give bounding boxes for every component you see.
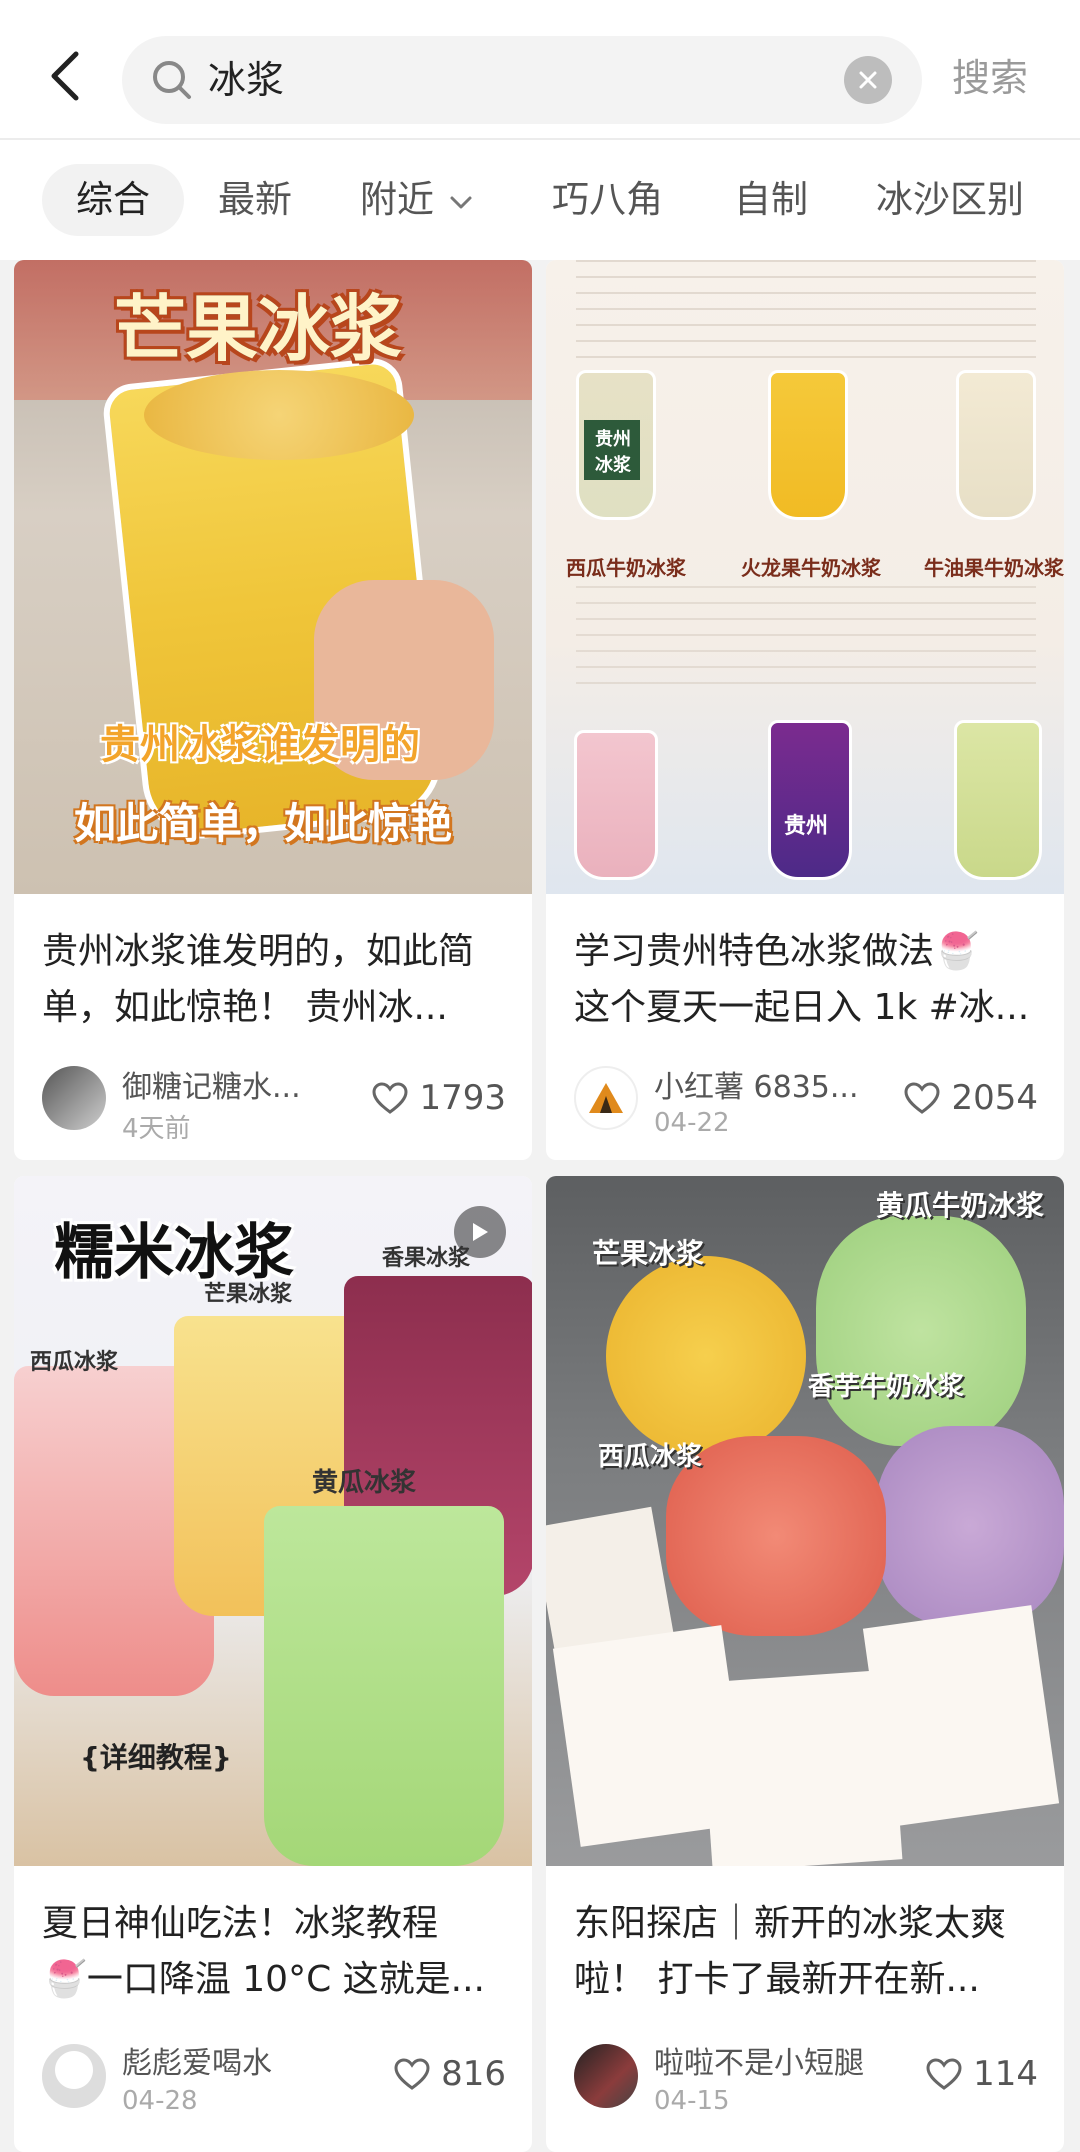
- cover-label: 香果冰浆: [382, 1246, 471, 1271]
- search-input[interactable]: 冰浆: [122, 36, 922, 124]
- cover-line-1: 贵州冰浆谁发明的: [100, 722, 420, 768]
- back-button[interactable]: [40, 46, 90, 106]
- note-title-line-2: 单，如此惊艳！ 贵州冰...: [42, 987, 448, 1028]
- recipe-text-block: [576, 260, 1036, 360]
- like-count: 816: [441, 2054, 506, 2094]
- cover-label: 芒果冰浆: [204, 1282, 293, 1307]
- heart-icon: [394, 2058, 430, 2090]
- author-name[interactable]: 啦啦不是小短腿: [654, 2038, 864, 2082]
- note-feed: 芒果冰浆 贵州冰浆谁发明的 如此简单，如此惊艳 贵州冰浆谁发明的，如此简 单，如…: [0, 260, 1080, 2152]
- note-title: 学习贵州特色冰浆做法🍧 这个夏天一起日入 1k #冰...: [574, 924, 1044, 1036]
- back-arrow-icon: [51, 51, 79, 101]
- note-title-line-2: 啦！ 打卡了最新开在新...: [574, 1959, 980, 2000]
- tab-all[interactable]: 综合: [42, 164, 184, 236]
- tab-smoothie-difference[interactable]: 冰沙区别: [876, 164, 1024, 236]
- heart-icon: [372, 1082, 408, 1114]
- drink-cup: [956, 370, 1036, 520]
- note-title: 东阳探店｜新开的冰浆太爽 啦！ 打卡了最新开在新...: [574, 1896, 1044, 2008]
- cover-label: 黄瓜冰浆: [312, 1468, 417, 1498]
- recipe-title: 火龙果牛奶冰浆: [741, 556, 881, 580]
- search-icon: [153, 61, 191, 99]
- cup-label-text: 贵州冰浆: [595, 429, 631, 476]
- note-title: 贵州冰浆谁发明的，如此简 单，如此惊艳！ 贵州冰...: [42, 924, 512, 1036]
- tent-icon: [589, 1083, 623, 1113]
- like-button[interactable]: 2054: [903, 1078, 1038, 1118]
- note-title-line-1: 学习贵州特色冰浆做法🍧: [574, 931, 979, 972]
- search-header: 冰浆 搜索: [0, 0, 1080, 138]
- menu-card: [862, 1605, 1060, 1827]
- note-cover-image: 糯米冰浆 西瓜冰浆 芒果冰浆 香果冰浆 黄瓜冰浆 {详细教程}: [14, 1176, 532, 1866]
- cup-topping: [144, 370, 414, 460]
- avatar[interactable]: [42, 1066, 106, 1130]
- tab-nearby-label: 附近: [360, 178, 434, 221]
- like-button[interactable]: 816: [393, 2054, 506, 2094]
- author-name[interactable]: 彪彪爱喝水: [122, 2038, 272, 2082]
- play-icon: [473, 1223, 488, 1241]
- cover-line-2: 如此简单，如此惊艳: [74, 799, 453, 848]
- avatar[interactable]: [574, 2044, 638, 2108]
- note-title-line-2: 🍧一口降温 10°C 这就是...: [42, 1959, 485, 2000]
- author-name[interactable]: 小红薯 6835...: [654, 1062, 859, 1106]
- drink-cup: [768, 720, 852, 880]
- like-count: 2054: [951, 1078, 1038, 1118]
- note-card[interactable]: 芒果冰浆 贵州冰浆谁发明的 如此简单，如此惊艳 贵州冰浆谁发明的，如此简 单，如…: [14, 260, 532, 1160]
- post-date: 04-15: [654, 2086, 730, 2116]
- recipe-text-block: [576, 586, 1036, 686]
- note-card[interactable]: 贵州冰浆 西瓜牛奶冰浆 火龙果牛奶冰浆 牛油果牛奶冰浆 贵州 学习贵州特色冰浆做…: [546, 260, 1064, 1160]
- tab-latest[interactable]: 最新: [218, 164, 292, 236]
- like-count: 114: [973, 2054, 1038, 2094]
- tab-qiaobajiao[interactable]: 巧八角: [552, 164, 663, 236]
- post-date: 04-22: [654, 1108, 730, 1138]
- cover-label: 黄瓜牛奶冰浆: [876, 1189, 1045, 1222]
- cover-label: 西瓜冰浆: [598, 1442, 703, 1472]
- avatar[interactable]: [42, 2044, 106, 2108]
- drink-cup: [768, 370, 848, 520]
- clear-button[interactable]: [844, 56, 892, 104]
- mango-bowl: [606, 1256, 806, 1456]
- recipe-title: 西瓜牛奶冰浆: [566, 556, 686, 580]
- like-button[interactable]: 114: [925, 2054, 1038, 2094]
- note-cover-image: 贵州冰浆 西瓜牛奶冰浆 火龙果牛奶冰浆 牛油果牛奶冰浆 贵州: [546, 260, 1064, 894]
- chevron-down-icon: [450, 196, 472, 208]
- cover-headline: 芒果冰浆: [114, 287, 403, 371]
- cover-footer: {详细教程}: [80, 1741, 232, 1774]
- recipe-title: 牛油果牛奶冰浆: [924, 556, 1064, 580]
- note-title: 夏日神仙吃法！冰浆教程 🍧一口降温 10°C 这就是...: [42, 1896, 512, 2008]
- drink-cup: [574, 730, 658, 880]
- post-date: 04-28: [122, 2086, 198, 2116]
- drink-cup: [264, 1506, 504, 1866]
- filter-tabs: 综合 最新 附近 巧八角 自制 冰沙区别: [0, 140, 1080, 260]
- search-button[interactable]: 搜索: [952, 0, 1028, 158]
- taro-bowl: [876, 1426, 1064, 1626]
- cover-label: 西瓜冰浆: [30, 1350, 119, 1375]
- post-date: 4天前: [122, 1114, 191, 1144]
- note-title-line-1: 贵州冰浆谁发明的，如此简: [42, 931, 475, 972]
- cover-label: 香芋牛奶冰浆: [808, 1372, 965, 1402]
- note-card[interactable]: 糯米冰浆 西瓜冰浆 芒果冰浆 香果冰浆 黄瓜冰浆 {详细教程} 夏日神仙吃法！冰…: [14, 1176, 532, 2152]
- author-name[interactable]: 御糖记糖水...: [122, 1062, 301, 1106]
- drink-cup: [954, 720, 1042, 880]
- note-card[interactable]: 芒果冰浆 黄瓜牛奶冰浆 香芋牛奶冰浆 西瓜冰浆 东阳探店｜新开的冰浆太爽 啦！ …: [546, 1176, 1064, 2152]
- tab-nearby[interactable]: 附近: [360, 164, 474, 236]
- heart-icon: [904, 1082, 940, 1114]
- search-query: 冰浆: [208, 58, 285, 102]
- note-cover-image: 芒果冰浆 贵州冰浆谁发明的 如此简单，如此惊艳: [14, 260, 532, 894]
- heart-icon: [926, 2058, 962, 2090]
- close-icon: [859, 71, 877, 89]
- cover-label: 芒果冰浆: [592, 1237, 705, 1270]
- cucumber-bowl: [816, 1216, 1026, 1446]
- note-title-line-1: 夏日神仙吃法！冰浆教程: [42, 1903, 439, 1944]
- avatar[interactable]: [574, 1066, 638, 1130]
- like-button[interactable]: 1793: [371, 1078, 506, 1118]
- like-count: 1793: [419, 1078, 506, 1118]
- note-cover-image: 芒果冰浆 黄瓜牛奶冰浆 香芋牛奶冰浆 西瓜冰浆: [546, 1176, 1064, 1866]
- note-title-line-1: 东阳探店｜新开的冰浆太爽: [574, 1903, 1007, 1944]
- tab-homemade[interactable]: 自制: [734, 164, 808, 236]
- cup-label-text: 贵州: [784, 814, 829, 839]
- note-title-line-2: 这个夏天一起日入 1k #冰...: [574, 987, 1030, 1028]
